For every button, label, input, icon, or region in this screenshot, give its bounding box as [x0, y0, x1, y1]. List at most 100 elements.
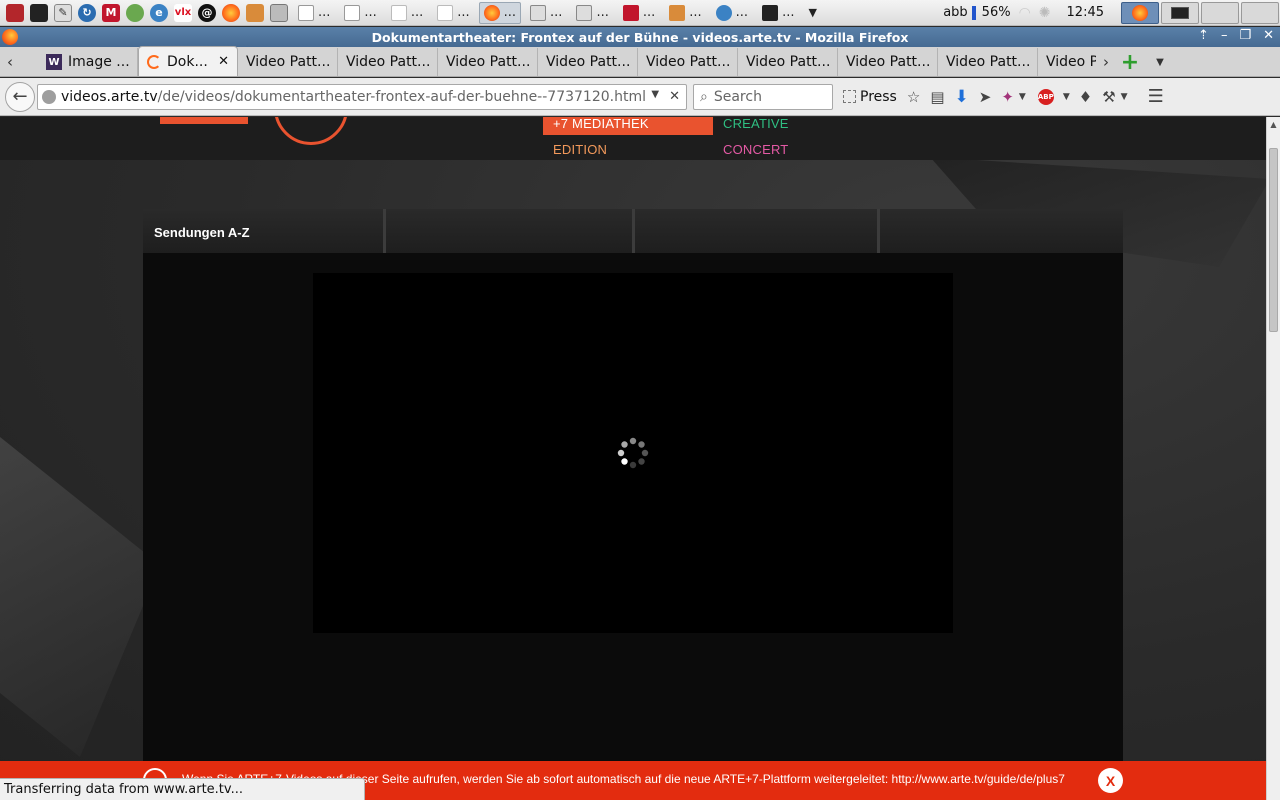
- video-player[interactable]: [313, 273, 953, 633]
- stop-icon[interactable]: ✕: [669, 89, 680, 104]
- tray-desktop-button-2[interactable]: [1241, 1, 1279, 24]
- shows-az-link[interactable]: Sendungen A-Z: [154, 225, 250, 240]
- system-tray: abb 56% ◠ ✺ 12:45: [939, 0, 1280, 26]
- new-tab-button[interactable]: +: [1116, 48, 1144, 76]
- chromium-launcher-icon[interactable]: e: [150, 3, 168, 22]
- wifi-icon[interactable]: ◠: [1019, 5, 1031, 21]
- close-notice-button[interactable]: X: [1098, 768, 1123, 793]
- url-dropdown-icon[interactable]: ▼: [651, 89, 659, 104]
- send-icon[interactable]: ➤: [979, 84, 992, 110]
- media-launcher-icon[interactable]: M: [102, 3, 120, 22]
- files-launcher-icon[interactable]: [246, 3, 264, 22]
- editor-launcher-icon[interactable]: ✎: [54, 3, 72, 22]
- search-box[interactable]: ⌕ Search: [693, 83, 833, 110]
- screenshot-launcher-icon[interactable]: [270, 3, 288, 22]
- at-launcher-icon[interactable]: @: [198, 3, 216, 22]
- tools-icon[interactable]: ⚒: [1102, 84, 1115, 110]
- taskbar-task-media[interactable]: ...: [618, 2, 660, 24]
- archive-icon: [669, 4, 686, 21]
- window-minimize-button[interactable]: –: [1221, 28, 1228, 43]
- tab-video-patterns[interactable]: Video Patt...: [838, 48, 938, 76]
- document-icon: [437, 4, 454, 21]
- menu-edition[interactable]: EDITION: [553, 142, 607, 157]
- weather-icon[interactable]: ✺: [1039, 5, 1051, 21]
- dropdown-arrow-icon[interactable]: ▼: [1063, 84, 1070, 110]
- network-launcher-icon[interactable]: [126, 3, 144, 22]
- arte-plus7-logo[interactable]: [274, 117, 348, 145]
- reading-list-icon[interactable]: ▤: [930, 84, 944, 110]
- window-titlebar: Dokumentartheater: Frontex auf der Bühne…: [0, 27, 1280, 47]
- tray-firefox-button[interactable]: [1121, 1, 1159, 24]
- adblock-icon[interactable]: ABP: [1037, 88, 1054, 105]
- vertical-scrollbar[interactable]: ▲: [1266, 117, 1280, 800]
- taskbar-task-file-2[interactable]: ...: [339, 2, 381, 24]
- taskbar-task-archive[interactable]: ...: [664, 2, 706, 24]
- taskbar-task-file-3[interactable]: ...: [386, 2, 428, 24]
- tab-video-patterns[interactable]: Video Patt...: [738, 48, 838, 76]
- tray-terminal-button[interactable]: [1161, 1, 1199, 24]
- divider: [383, 209, 386, 253]
- taskbar-task-terminal[interactable]: ...: [757, 2, 799, 24]
- tab-image[interactable]: W Image ...: [38, 48, 138, 76]
- scrollbar-thumb[interactable]: [1269, 148, 1278, 332]
- tab-video-patterns[interactable]: Video Patt...: [938, 48, 1038, 76]
- menu-concert[interactable]: CONCERT: [723, 142, 788, 157]
- tab-scroll-right-button[interactable]: ›: [1096, 48, 1116, 76]
- clock[interactable]: 12:45: [1063, 5, 1108, 20]
- press-button[interactable]: Press: [843, 84, 897, 110]
- search-input[interactable]: Search: [714, 89, 762, 105]
- download-icon[interactable]: ⬇: [955, 84, 969, 110]
- tab-video-patterns[interactable]: Video Patt...: [438, 48, 538, 76]
- window-maximize-button[interactable]: ❐: [1239, 28, 1251, 43]
- menu-mediathek[interactable]: +7 MEDIATHEK: [543, 117, 713, 135]
- tab-video-patterns[interactable]: Video Patt...: [238, 48, 338, 76]
- cleaner-icon[interactable]: ✦: [1001, 84, 1014, 110]
- extension-icon[interactable]: ♦: [1079, 84, 1092, 110]
- tab-list-button[interactable]: ▼: [1150, 48, 1170, 76]
- text-editor-icon: [576, 4, 593, 21]
- tab-video-patterns[interactable]: Video Patt...: [338, 48, 438, 76]
- tab-video-patterns[interactable]: Video Patt...: [638, 48, 738, 76]
- dropdown-arrow-icon[interactable]: ▼: [1121, 84, 1128, 110]
- dropdown-arrow-icon: ▼: [1156, 56, 1164, 68]
- taskbar-task-file-1[interactable]: ...: [293, 2, 335, 24]
- tab-video-patterns[interactable]: Video Patt...: [538, 48, 638, 76]
- vlc-launcher-icon[interactable]: vlx: [174, 3, 192, 22]
- chevron-right-icon: ›: [1103, 53, 1109, 71]
- tab-current[interactable]: Dok... ✕: [138, 46, 238, 76]
- arte-logo[interactable]: [160, 117, 248, 124]
- taskbar-task-editor-2[interactable]: ...: [571, 2, 613, 24]
- system-taskbar: ✎ ↻ M e vlx @ ... ... ... ... ... ... ..…: [0, 0, 1280, 26]
- taskbar-task-chromium[interactable]: ...: [711, 2, 753, 24]
- shows-az-bar: Sendungen A-Z: [143, 209, 1123, 253]
- back-button[interactable]: ←: [5, 81, 35, 112]
- taskbar-overflow-button[interactable]: ▼: [803, 2, 821, 24]
- globe-icon: [42, 89, 56, 104]
- window-up-icon[interactable]: ⇡: [1198, 28, 1209, 43]
- tab-scroll-left-button[interactable]: ‹: [0, 48, 20, 76]
- hamburger-menu-icon[interactable]: ☰: [1148, 84, 1164, 110]
- taskbar-task-firefox[interactable]: ...: [478, 1, 522, 24]
- keyboard-layout[interactable]: abb: [939, 5, 971, 20]
- url-bar[interactable]: videos.arte.tv/de/videos/dokumentartheat…: [37, 83, 687, 110]
- dropdown-arrow-icon[interactable]: ▼: [1019, 84, 1026, 110]
- tab-video-patterns[interactable]: Video P: [1038, 48, 1096, 76]
- close-tab-icon[interactable]: ✕: [218, 54, 229, 69]
- battery-level[interactable]: 56%: [978, 5, 1015, 20]
- menu-creative[interactable]: CREATIVE: [723, 117, 789, 130]
- battery-icon: [971, 5, 976, 20]
- url-host: videos.arte.tv: [61, 88, 158, 105]
- url-path: /de/videos/dokumentartheater-frontex-auf…: [157, 88, 646, 105]
- bookmark-star-icon[interactable]: ☆: [907, 84, 920, 110]
- dropdown-arrow-icon: ▼: [808, 6, 817, 19]
- app-menu-icon[interactable]: [6, 3, 24, 22]
- tray-desktop-button-1[interactable]: [1201, 1, 1239, 24]
- taskbar-task-file-4[interactable]: ...: [432, 2, 474, 24]
- media-icon: [622, 4, 639, 21]
- terminal-launcher-icon[interactable]: [30, 3, 48, 22]
- firefox-launcher-icon[interactable]: [222, 3, 240, 22]
- scroll-up-arrow-icon[interactable]: ▲: [1267, 117, 1280, 131]
- sync-launcher-icon[interactable]: ↻: [78, 3, 96, 22]
- window-close-button[interactable]: ✕: [1263, 28, 1274, 43]
- taskbar-task-editor-1[interactable]: ...: [525, 2, 567, 24]
